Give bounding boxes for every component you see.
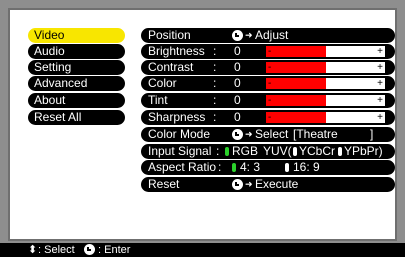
tint-label: Tint (148, 93, 168, 107)
plus-sign: + (377, 62, 383, 73)
selected-pill-icon (225, 147, 229, 156)
sharpness-slider[interactable]: - + (266, 112, 385, 123)
brightness-level-fill (266, 46, 326, 57)
row-color[interactable]: Color : 0 - + (141, 76, 395, 91)
color-mode-close-bracket: ] (370, 127, 374, 141)
unselected-pill-icon (293, 147, 297, 156)
contrast-colon: : (213, 60, 217, 74)
tint-value: 0 (234, 93, 241, 107)
row-brightness[interactable]: Brightness : 0 - + (141, 44, 395, 59)
aspect-ratio-colon: : (218, 160, 222, 174)
brightness-colon: : (213, 44, 217, 58)
tint-colon: : (213, 93, 217, 107)
aspect-ratio-label: Aspect Ratio (148, 160, 217, 174)
aspect-ratio-16-9[interactable]: 16: 9 (293, 160, 320, 175)
menu-about[interactable]: About (28, 93, 125, 108)
plus-sign: + (377, 95, 383, 106)
color-slider[interactable]: - + (266, 78, 385, 89)
row-color-mode[interactable]: Color Mode ➜ Select [Theatre ] (141, 127, 395, 142)
row-contrast[interactable]: Contrast : 0 - + (141, 60, 395, 75)
sharpness-label: Sharpness (148, 110, 206, 124)
sharpness-colon: : (213, 110, 217, 124)
contrast-value: 0 (234, 60, 241, 74)
brightness-value: 0 (234, 44, 241, 58)
input-signal-rgb[interactable]: RGB (232, 144, 258, 159)
enter-icon (232, 179, 243, 190)
input-signal-ypbpr[interactable]: YPbPr) (344, 144, 383, 159)
plus-sign: + (377, 46, 383, 57)
menu-video[interactable]: Video (28, 28, 125, 43)
tint-slider[interactable]: - + (266, 95, 385, 106)
color-colon: : (213, 76, 217, 90)
position-label: Position (148, 28, 191, 42)
minus-sign: - (268, 78, 272, 89)
position-action: Adjust (255, 28, 289, 42)
brightness-slider[interactable]: - + (266, 46, 385, 57)
contrast-label: Contrast (148, 60, 194, 74)
color-label: Color (148, 76, 177, 90)
row-sharpness[interactable]: Sharpness : 0 - + (141, 110, 395, 125)
row-input-signal[interactable]: Input Signal : RGB YUV( YCbCr YPbPr) (141, 144, 395, 159)
color-mode-action: Select (255, 127, 289, 141)
sharpness-level-fill (266, 112, 326, 123)
menu-setting[interactable]: Setting (28, 60, 125, 75)
input-signal-label: Input Signal (148, 144, 212, 158)
minus-sign: - (268, 112, 272, 123)
unselected-pill-icon (285, 163, 289, 172)
row-position[interactable]: Position ➜ Adjust (141, 28, 395, 43)
minus-sign: - (268, 46, 272, 57)
reset-action: Execute (255, 177, 299, 191)
row-reset[interactable]: Reset ➜ Execute (141, 177, 395, 192)
sharpness-value: 0 (234, 110, 241, 124)
reset-label: Reset (148, 177, 180, 191)
up-down-arrows-icon: ⬍ (28, 244, 38, 256)
enter-icon (84, 244, 95, 255)
tint-level-fill (266, 95, 326, 106)
minus-sign: - (268, 62, 272, 73)
minus-sign: - (268, 95, 272, 106)
color-mode-value: [Theatre (293, 127, 338, 141)
input-signal-colon: : (216, 144, 220, 158)
menu-advanced[interactable]: Advanced (28, 76, 125, 91)
plus-sign: + (377, 112, 383, 123)
plus-sign: + (377, 78, 383, 89)
brightness-label: Brightness (148, 44, 205, 58)
menu-audio[interactable]: Audio (28, 44, 125, 59)
menu-reset-all[interactable]: Reset All (28, 110, 125, 125)
input-signal-yuv[interactable]: YUV( (263, 144, 292, 159)
row-aspect-ratio[interactable]: Aspect Ratio : 4: 3 16: 9 (141, 160, 395, 175)
color-mode-label: Color Mode (148, 127, 211, 141)
status-bar: ⬍ : Select : Enter (0, 243, 405, 257)
selected-pill-icon (232, 163, 236, 172)
input-signal-ycbcr[interactable]: YCbCr (299, 144, 335, 159)
status-select-text: : Select (38, 244, 75, 256)
row-tint[interactable]: Tint : 0 - + (141, 93, 395, 108)
enter-icon (232, 30, 243, 41)
arrow-right-icon: ➜ (245, 30, 253, 40)
aspect-ratio-4-3[interactable]: 4: 3 (240, 160, 260, 175)
arrow-right-icon: ➜ (245, 129, 253, 139)
contrast-slider[interactable]: - + (266, 62, 385, 73)
arrow-right-icon: ➜ (245, 179, 253, 189)
enter-icon (232, 129, 243, 140)
contrast-level-fill (266, 62, 326, 73)
color-level-fill (266, 78, 326, 89)
unselected-pill-icon (338, 147, 342, 156)
status-enter-text: : Enter (98, 244, 131, 256)
color-value: 0 (234, 76, 241, 90)
